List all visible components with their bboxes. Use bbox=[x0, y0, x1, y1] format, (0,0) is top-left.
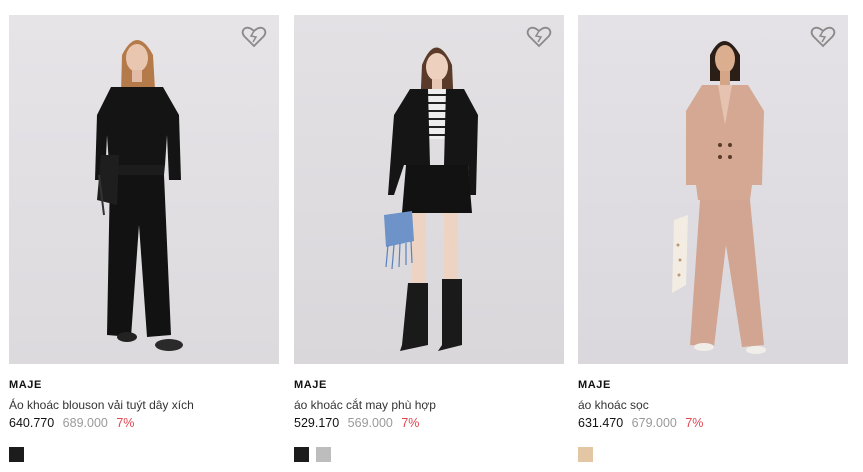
color-swatch[interactable] bbox=[578, 447, 593, 462]
product-card[interactable]: MAJE Áo khoác blouson vải tuýt dây xích … bbox=[9, 15, 279, 470]
product-image[interactable] bbox=[294, 15, 564, 364]
color-swatch[interactable] bbox=[294, 447, 309, 462]
product-brand: MAJE bbox=[578, 379, 611, 391]
original-price: 569.000 bbox=[347, 416, 393, 430]
original-price: 679.000 bbox=[631, 416, 677, 430]
product-name-link[interactable]: áo khoác sọc bbox=[578, 398, 649, 412]
color-swatches bbox=[9, 447, 27, 463]
product-image[interactable] bbox=[9, 15, 279, 364]
color-swatch[interactable] bbox=[316, 447, 332, 462]
color-swatches bbox=[578, 447, 596, 463]
current-price: 631.470 bbox=[578, 416, 624, 430]
product-brand: MAJE bbox=[294, 379, 327, 391]
product-prices: 631.470 679.000 7% bbox=[578, 416, 708, 430]
product-brand: MAJE bbox=[9, 379, 42, 391]
favorite-heart-icon[interactable] bbox=[241, 25, 267, 49]
product-image[interactable] bbox=[578, 15, 848, 364]
product-prices: 529.170 569.000 7% bbox=[294, 416, 424, 430]
current-price: 529.170 bbox=[294, 416, 340, 430]
discount-badge: 7% bbox=[401, 416, 420, 430]
product-card[interactable]: MAJE áo khoác cắt may phù hợp 529.170 56… bbox=[294, 15, 564, 470]
product-prices: 640.770 689.000 7% bbox=[9, 416, 139, 430]
product-grid: MAJE Áo khoác blouson vải tuýt dây xích … bbox=[9, 15, 849, 470]
original-price: 689.000 bbox=[62, 416, 108, 430]
color-swatches bbox=[294, 447, 334, 463]
discount-badge: 7% bbox=[685, 416, 704, 430]
color-swatch[interactable] bbox=[9, 447, 24, 462]
product-name-link[interactable]: áo khoác cắt may phù hợp bbox=[294, 398, 436, 412]
discount-badge: 7% bbox=[116, 416, 135, 430]
product-card[interactable]: MAJE áo khoác sọc 631.470 679.000 7% bbox=[578, 15, 848, 470]
current-price: 640.770 bbox=[9, 416, 55, 430]
favorite-heart-icon[interactable] bbox=[526, 25, 552, 49]
product-name-link[interactable]: Áo khoác blouson vải tuýt dây xích bbox=[9, 398, 194, 412]
favorite-heart-icon[interactable] bbox=[810, 25, 836, 49]
